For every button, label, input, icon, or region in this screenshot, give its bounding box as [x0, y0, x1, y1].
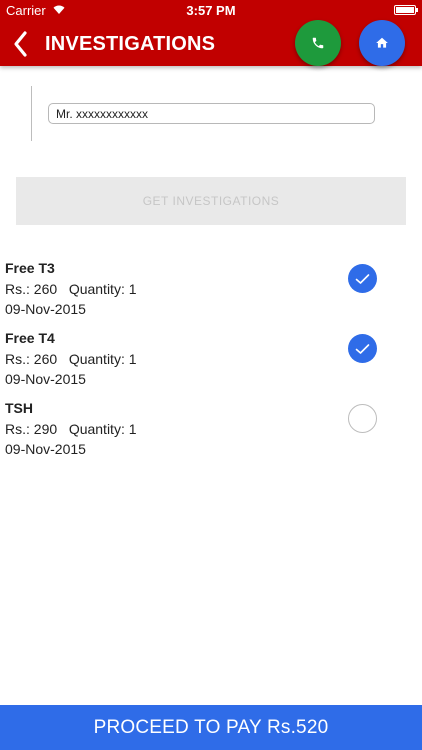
checkbox-free-t3[interactable]: [348, 264, 377, 293]
test-quantity: Quantity: 1: [68, 421, 137, 437]
test-date: 09-Nov-2015: [5, 301, 86, 317]
home-button[interactable]: [359, 20, 405, 66]
back-button[interactable]: [10, 28, 34, 60]
status-bar: Carrier 3:57 PM: [0, 0, 422, 20]
test-date: 09-Nov-2015: [5, 441, 86, 457]
test-price: Rs.: 290: [5, 421, 58, 437]
proceed-to-pay-button[interactable]: PROCEED TO PAY Rs.520: [0, 705, 422, 750]
checkbox-free-t4[interactable]: [348, 334, 377, 363]
test-item-tsh[interactable]: TSH Rs.: 290 Quantity: 1 09-Nov-2015: [0, 400, 422, 466]
page-title: INVESTIGATIONS: [45, 33, 216, 55]
app-header: Carrier 3:57 PM INVESTIGATIONS: [0, 0, 422, 66]
test-price-quantity: Rs.: 290 Quantity: 1: [5, 421, 137, 437]
test-quantity: Quantity: 1: [68, 281, 137, 297]
test-name: Free T3: [5, 260, 55, 276]
checkmark-icon: [355, 343, 370, 354]
checkbox-tsh[interactable]: [348, 404, 377, 433]
test-price-quantity: Rs.: 260 Quantity: 1: [5, 351, 137, 367]
battery-icon: [394, 5, 418, 15]
test-name: TSH: [5, 400, 33, 416]
status-time: 3:57 PM: [186, 3, 236, 18]
test-price: Rs.: 260: [5, 281, 58, 297]
phone-icon: [312, 37, 324, 49]
get-investigations-button[interactable]: GET INVESTIGATIONS: [16, 177, 406, 225]
test-price: Rs.: 260: [5, 351, 58, 367]
test-price-quantity: Rs.: 260 Quantity: 1: [5, 281, 137, 297]
call-button[interactable]: [295, 20, 341, 66]
home-icon: [376, 37, 388, 48]
test-name: Free T4: [5, 330, 55, 346]
test-date: 09-Nov-2015: [5, 371, 86, 387]
test-item-free-t3[interactable]: Free T3 Rs.: 260 Quantity: 1 09-Nov-2015: [0, 260, 422, 326]
field-divider: [31, 86, 32, 141]
test-quantity: Quantity: 1: [68, 351, 137, 367]
patient-name-field[interactable]: [48, 103, 375, 124]
chevron-left-icon: [14, 31, 27, 57]
test-item-free-t4[interactable]: Free T4 Rs.: 260 Quantity: 1 09-Nov-2015: [0, 330, 422, 396]
checkmark-icon: [355, 273, 370, 284]
